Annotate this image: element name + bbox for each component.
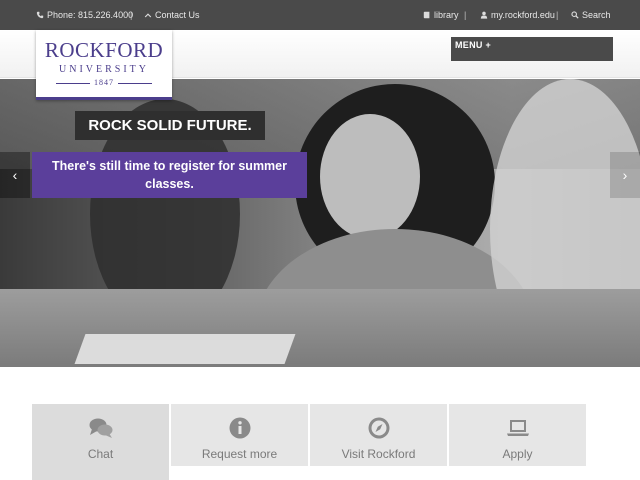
portal-label: my.rockford.edu <box>491 10 555 20</box>
library-label: library <box>434 10 459 20</box>
portal-link[interactable]: my.rockford.edu <box>480 0 555 30</box>
rockford-logo[interactable]: ROCKFORD UNIVERSITY 1847 <box>36 30 172 100</box>
menu-button[interactable]: MENU + <box>451 37 613 61</box>
slider-next-button[interactable]: › <box>610 152 640 198</box>
slider-prev-button[interactable]: ‹ <box>0 152 30 198</box>
chat-tile[interactable]: Chat <box>32 404 169 480</box>
topbar-separator-3: | <box>556 10 559 20</box>
chevron-up-icon <box>144 13 152 18</box>
hero-message[interactable]: There's still time to register for summe… <box>32 152 307 198</box>
phone-link[interactable]: Phone: 815.226.4000 <box>36 0 133 30</box>
info-icon <box>228 417 252 439</box>
visit-rockford-tile[interactable]: Visit Rockford <box>310 404 447 466</box>
book-icon <box>423 11 430 19</box>
search-icon <box>571 11 579 19</box>
phone-text: Phone: 815.226.4000 <box>47 10 134 20</box>
chat-label: Chat <box>87 447 114 461</box>
logo-subtitle: UNIVERSITY <box>59 64 149 75</box>
utility-bar: Phone: 815.226.4000 | Contact Us library… <box>0 0 640 30</box>
chat-icon <box>89 417 113 439</box>
hero-photo-student-face <box>320 114 420 239</box>
phone-icon <box>36 11 44 19</box>
logo-underline <box>36 97 172 100</box>
contact-us-label: Contact Us <box>155 10 200 20</box>
logo-name: ROCKFORD <box>44 38 164 62</box>
topbar-separator-2: | <box>464 10 467 20</box>
request-more-tile[interactable]: Request more <box>171 404 308 466</box>
apply-tile[interactable]: Apply <box>449 404 586 466</box>
contact-us-link[interactable]: Contact Us <box>144 0 200 30</box>
search-link[interactable]: Search <box>571 0 611 30</box>
topbar-separator: | <box>130 10 133 20</box>
visit-rockford-label: Visit Rockford <box>341 447 416 461</box>
compass-icon <box>367 417 391 439</box>
hero-headline: ROCK SOLID FUTURE. <box>75 111 265 140</box>
logo-year: 1847 <box>36 78 172 87</box>
user-icon <box>480 11 488 19</box>
apply-label: Apply <box>502 447 533 461</box>
action-tiles: Chat Request more Visit Rockford Apply <box>32 404 586 480</box>
laptop-icon <box>506 417 530 439</box>
search-label: Search <box>582 10 611 20</box>
hero-photo-paper <box>74 334 296 364</box>
request-more-label: Request more <box>201 447 278 461</box>
library-link[interactable]: library <box>423 0 459 30</box>
